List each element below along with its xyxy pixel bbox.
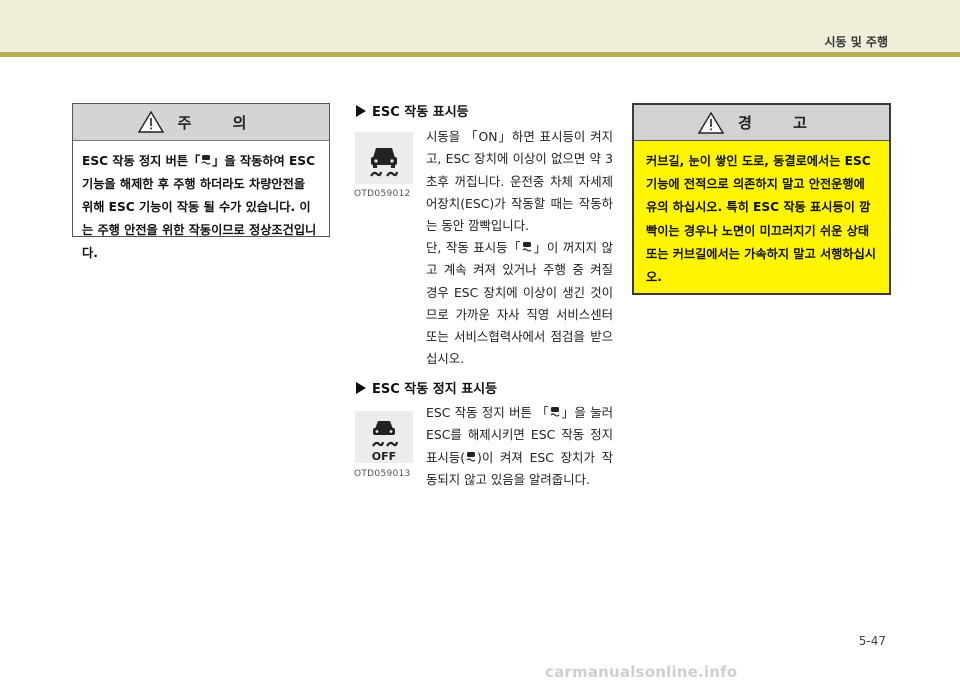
image-caption: OTD059012 xyxy=(354,189,411,199)
esc-skid-car-icon xyxy=(549,403,561,417)
esc-indicator-paragraph-2: 단, 작동 표시등「 」이 꺼지지 않고 계속 켜져 있거나 주행 중 켜질 경우… xyxy=(426,238,613,367)
warning-triangle-icon xyxy=(698,111,725,134)
header-rule xyxy=(0,52,960,57)
caution-text: ESC 작동 정지 버튼「 」을 작동하여 ESC 기능을 해제한 후 주행 하더… xyxy=(73,141,329,274)
warning-header: 경 고 xyxy=(634,105,889,141)
caution-box: 주 의 ESC 작동 정지 버튼「 」을 작동하여 ESC 기능을 해제한 후 주… xyxy=(72,103,330,260)
esc-indicator-image xyxy=(355,132,413,184)
warning-box: 경 고 커브길, 눈이 쌓인 도로, 동결로에서는 ESC 기능에 전적으로 의… xyxy=(632,103,891,295)
warning-title: 경 고 xyxy=(738,114,825,132)
esc-off-indicator-image: OFF xyxy=(355,411,413,463)
esc-off-icon xyxy=(465,448,477,462)
header-band xyxy=(0,0,960,52)
esc-off-indicator-heading: ESC 작동 정지 표시등 xyxy=(356,378,497,397)
warning-triangle-icon xyxy=(137,111,164,133)
esc-indicator-paragraph-1: 시동을 「ON」하면 표시등이 켜지고, ESC 장치에 이상이 없으면 약 3… xyxy=(426,129,613,234)
triangle-bullet-icon xyxy=(356,105,366,117)
esc-off-icon: OFF xyxy=(372,421,399,463)
image-caption: OTD059013 xyxy=(354,469,411,479)
esc-skid-car-icon xyxy=(521,238,533,252)
section-title: 시동 및 주행 xyxy=(824,35,888,49)
warning-text: 커브길, 눈이 쌓인 도로, 동결로에서는 ESC 기능에 전적으로 의존하지 … xyxy=(646,154,877,285)
esc-off-paragraph: ESC 작동 정지 버튼 「」을 눌러 ESC를 해제시키면 ESC 작동 정지… xyxy=(426,403,613,487)
triangle-bullet-icon xyxy=(356,382,366,394)
watermark: carmanualsonline.info xyxy=(545,663,738,681)
esc-indicator-heading: ESC 작동 표시등 xyxy=(356,101,469,120)
page-number: 5-47 xyxy=(858,634,886,648)
svg-text:OFF: OFF xyxy=(372,450,396,463)
caution-title: 주 의 xyxy=(177,113,265,132)
esc-skid-car-icon xyxy=(370,148,399,177)
esc-skid-car-icon xyxy=(200,151,212,165)
caution-header: 주 의 xyxy=(73,104,329,141)
